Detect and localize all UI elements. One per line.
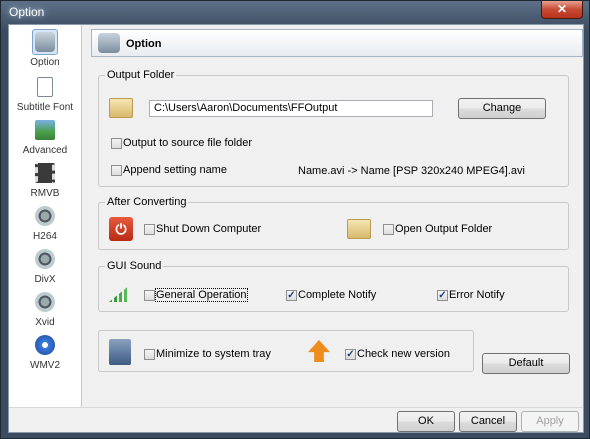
film-reel-icon [35, 292, 55, 312]
folder-icon [109, 98, 133, 118]
sidebar-item-divx[interactable]: DivX [11, 244, 79, 288]
sidebar-item-label: Option [30, 57, 60, 68]
page-title: Option [126, 38, 162, 50]
group-legend: Output Folder [105, 69, 177, 81]
check-new-version-label: Check new version [357, 348, 450, 360]
sidebar-item-label: RMVB [30, 188, 60, 199]
change-button[interactable]: Change [458, 98, 546, 119]
error-notify-label: Error Notify [449, 289, 505, 301]
sidebar: Option Subtitle Font Advanced RMVB H264 … [9, 25, 82, 407]
apply-button[interactable]: Apply [521, 411, 579, 432]
default-button[interactable]: Default [482, 353, 570, 374]
sidebar-item-xvid[interactable]: Xvid [11, 287, 79, 331]
gui-sound-group: GUI Sound General Operation Complete Not… [98, 260, 569, 312]
power-icon: ⏻ [109, 217, 133, 241]
film-reel-icon [35, 206, 55, 226]
shut-down-label: Shut Down Computer [156, 223, 262, 235]
append-setting-name-label: Append setting name [123, 164, 227, 176]
camera-icon [35, 32, 55, 52]
folder-icon [347, 219, 371, 239]
sidebar-item-label: WMV2 [30, 360, 60, 371]
sidebar-item-label: DivX [34, 274, 56, 285]
after-converting-group: After Converting ⏻ Shut Down Computer Op… [98, 196, 569, 250]
output-folder-group: Output Folder C:\Users\Aaron\Documents\F… [98, 69, 569, 187]
shut-down-checkbox[interactable] [144, 224, 155, 235]
window-title: Option [9, 5, 45, 19]
minimize-to-tray-label: Minimize to system tray [156, 348, 271, 360]
complete-notify-checkbox[interactable] [286, 290, 297, 301]
misc-options-group: Minimize to system tray Check new versio… [98, 330, 474, 372]
sidebar-item-label: H264 [33, 231, 57, 242]
general-operation-label: General Operation [155, 288, 248, 302]
system-tray-icon [109, 339, 131, 365]
sidebar-item-subtitle-font[interactable]: Subtitle Font [11, 72, 79, 116]
sidebar-item-option[interactable]: Option [11, 27, 79, 71]
signal-bars-icon [109, 284, 131, 302]
close-button[interactable]: ✕ [541, 1, 583, 19]
media-player-icon [35, 335, 55, 355]
sidebar-item-label: Advanced [22, 145, 68, 156]
ok-button[interactable]: OK [397, 411, 455, 432]
update-arrow-icon [308, 340, 330, 362]
title-bar[interactable]: Option ✕ [1, 1, 589, 23]
film-icon [35, 163, 55, 183]
camera-icon [98, 33, 120, 53]
sidebar-item-rmvb[interactable]: RMVB [11, 158, 79, 202]
error-notify-checkbox[interactable] [437, 290, 448, 301]
sidebar-item-label: Xvid [35, 317, 55, 328]
cancel-button[interactable]: Cancel [459, 411, 517, 432]
option-window: Option ✕ Option Subtitle Font Advanced R… [0, 0, 590, 439]
name-example-text: Name.avi -> Name [PSP 320x240 MPEG4].avi [298, 165, 525, 177]
open-output-folder-label: Open Output Folder [395, 223, 493, 235]
group-legend: After Converting [105, 196, 189, 208]
general-operation-checkbox[interactable] [144, 290, 155, 301]
sidebar-item-h264[interactable]: H264 [11, 201, 79, 245]
output-to-source-checkbox[interactable] [111, 138, 122, 149]
output-to-source-label: Output to source file folder [123, 137, 253, 149]
client-area: Option Subtitle Font Advanced RMVB H264 … [8, 24, 584, 433]
page-header: Option [91, 29, 583, 57]
dialog-footer: OK Cancel Apply [9, 407, 583, 432]
check-new-version-checkbox[interactable] [345, 349, 356, 360]
minimize-to-tray-checkbox[interactable] [144, 349, 155, 360]
document-icon [37, 77, 53, 97]
group-legend: GUI Sound [105, 260, 164, 272]
complete-notify-label: Complete Notify [298, 289, 377, 301]
film-reel-icon [35, 249, 55, 269]
sidebar-item-wmv2[interactable]: WMV2 [11, 330, 79, 374]
open-output-folder-checkbox[interactable] [383, 224, 394, 235]
sidebar-item-advanced[interactable]: Advanced [11, 115, 79, 159]
picture-icon [35, 120, 55, 140]
sidebar-item-label: Subtitle Font [16, 102, 74, 113]
output-path-input[interactable]: C:\Users\Aaron\Documents\FFOutput [149, 100, 433, 117]
close-icon: ✕ [556, 2, 568, 16]
append-setting-name-checkbox[interactable] [111, 165, 122, 176]
